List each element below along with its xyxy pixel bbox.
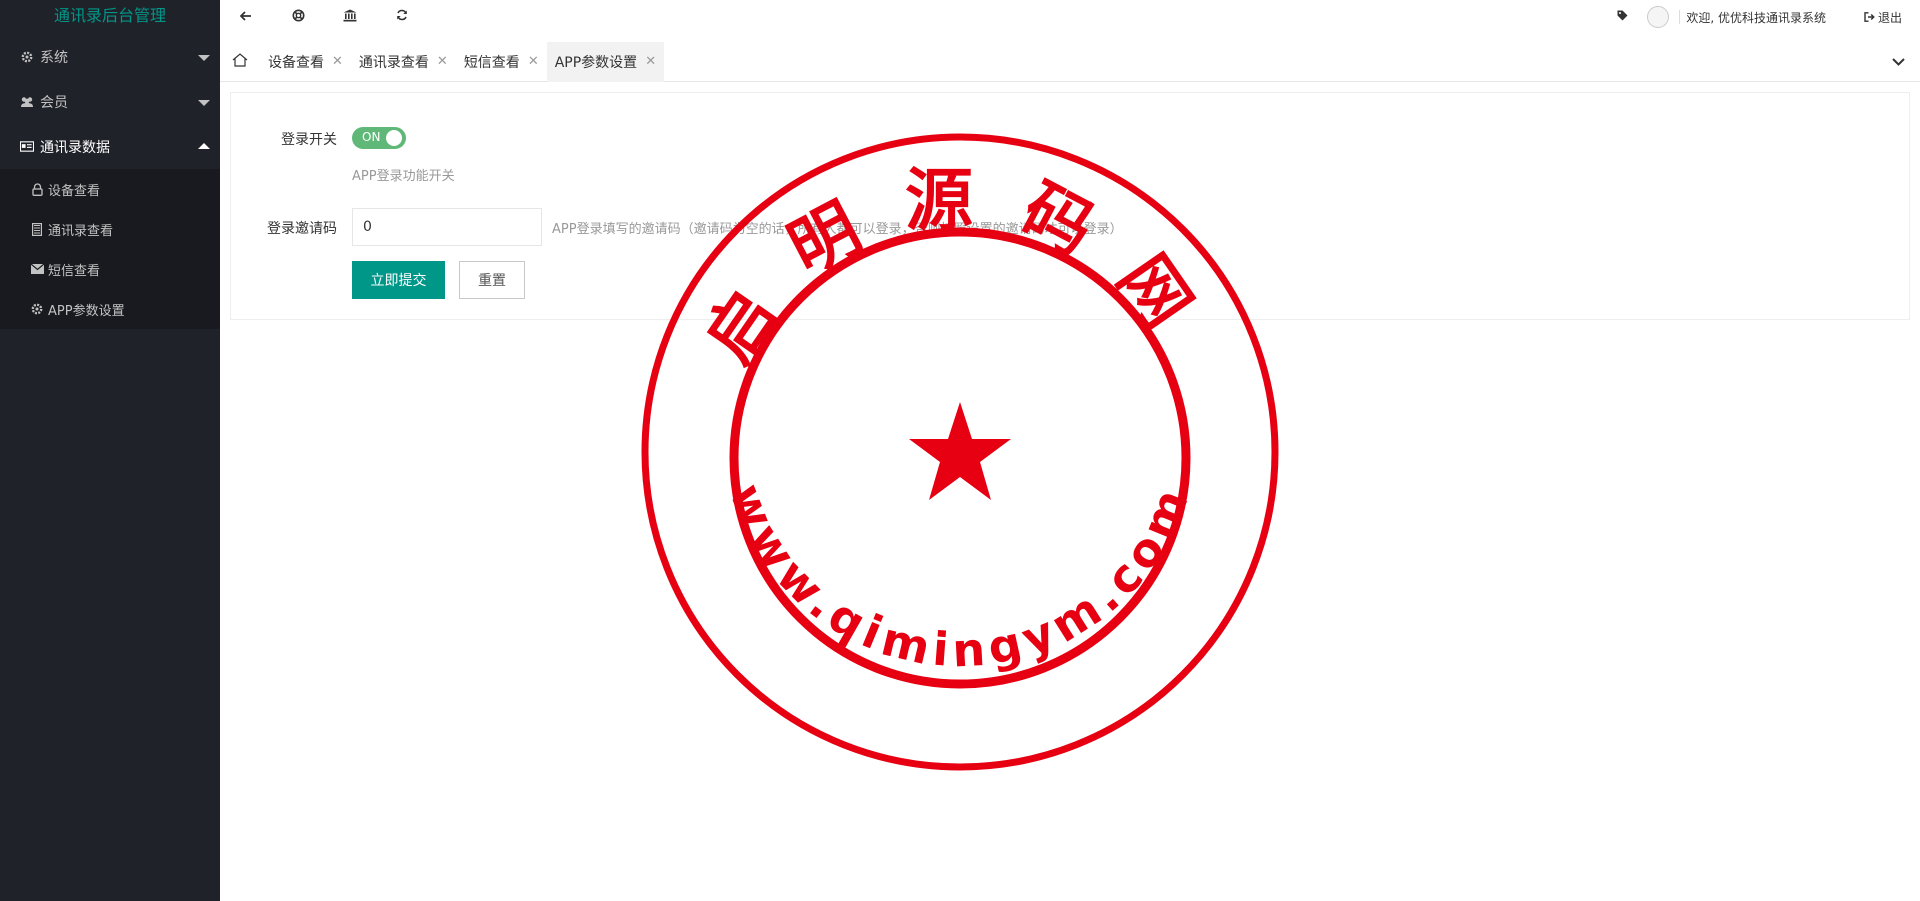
invite-code-help: APP登录填写的邀请码（邀请码为空的话，所有人都可以登录，否则按照设置的邀请码才… [552, 222, 1123, 237]
tab-label: APP参数设置 [554, 54, 638, 71]
tags-button[interactable] [1597, 10, 1647, 24]
reset-button[interactable]: 重置 [459, 261, 525, 299]
chevron-down-icon [1891, 54, 1905, 70]
sub-item-app-settings[interactable]: APP参数设置 [0, 289, 220, 329]
invite-code-input[interactable] [352, 208, 542, 246]
nav-item-system[interactable]: 系统 [0, 34, 220, 79]
tag-icon [1617, 10, 1628, 24]
refresh-button[interactable] [376, 0, 428, 34]
lock-icon [30, 182, 44, 196]
close-icon[interactable]: ✕ [528, 55, 539, 68]
tab-home[interactable] [220, 42, 260, 82]
tabs-dropdown-button[interactable] [1886, 42, 1910, 82]
login-switch-label: 登录开关 [281, 132, 337, 148]
home-site-button[interactable] [324, 0, 376, 34]
caret-down-icon [198, 54, 210, 61]
tab-label: 短信查看 [463, 54, 520, 71]
id-card-icon [20, 140, 34, 154]
tab-contacts-view[interactable]: 通讯录查看 ✕ [351, 42, 456, 82]
divider [1679, 10, 1681, 24]
life-ring-icon [292, 9, 305, 26]
app-logo[interactable]: 通讯录后台管理 [0, 0, 220, 34]
tab-app-settings[interactable]: APP参数设置 ✕ [546, 41, 665, 82]
envelope-icon [30, 262, 44, 276]
nav-item-contacts-data[interactable]: 通讯录数据 [0, 124, 220, 169]
sub-item-device-view[interactable]: 设备查看 [0, 169, 220, 209]
logout-label: 退出 [1877, 10, 1902, 25]
sub-item-label: 设备查看 [48, 183, 101, 199]
arrow-left-icon [239, 9, 252, 25]
users-icon [20, 95, 34, 109]
sub-item-label: APP参数设置 [48, 303, 125, 319]
book-icon [30, 222, 44, 236]
nav-item-label: 通讯录数据 [40, 139, 110, 156]
home-icon [232, 52, 248, 71]
help-button[interactable] [272, 0, 324, 34]
tab-device-view[interactable]: 设备查看 ✕ [260, 42, 351, 82]
sub-item-label: 短信查看 [48, 263, 101, 279]
nav-item-label: 系统 [40, 49, 68, 66]
page-tabs: 设备查看 ✕ 通讯录查看 ✕ 短信查看 ✕ APP参数设置 ✕ [220, 41, 1920, 82]
caret-down-icon [198, 99, 210, 106]
sub-menu: 设备查看 通讯录查看 短信查看 APP参数设置 [0, 169, 220, 329]
close-icon[interactable]: ✕ [437, 55, 448, 68]
sub-item-contacts-view[interactable]: 通讯录查看 [0, 209, 220, 249]
login-switch[interactable]: ON [352, 127, 406, 149]
login-switch-help: APP登录功能开关 [352, 169, 455, 184]
nav-item-members[interactable]: 会员 [0, 79, 220, 124]
close-icon[interactable]: ✕ [645, 55, 656, 68]
sign-out-icon [1864, 12, 1875, 22]
switch-knob [386, 130, 402, 146]
tab-sms-view[interactable]: 短信查看 ✕ [456, 42, 547, 82]
top-header: 欢迎, 优优科技通讯录系统 退出 [220, 0, 1920, 34]
header-right: 欢迎, 优优科技通讯录系统 退出 [1597, 0, 1920, 34]
gear-icon [30, 302, 44, 316]
bank-icon [343, 9, 357, 26]
welcome-text: 欢迎, 优优科技通讯录系统 [1686, 10, 1826, 25]
nav-item-label: 会员 [40, 94, 68, 111]
refresh-icon [396, 9, 408, 25]
sidebar: 通讯录后台管理 系统 会员 通讯录数据 设备查看 通讯录查看 短信查看 APP参… [0, 0, 220, 901]
switch-state: ON [362, 130, 381, 144]
sub-item-label: 通讯录查看 [48, 223, 114, 239]
settings-form-card: 登录开关 ON APP登录功能开关 登录邀请码 APP登录填写的邀请码（邀请码为… [230, 92, 1910, 320]
sub-item-sms-view[interactable]: 短信查看 [0, 249, 220, 289]
avatar[interactable] [1647, 6, 1670, 28]
caret-up-icon [198, 142, 210, 149]
invite-code-label: 登录邀请码 [267, 221, 337, 237]
tab-label: 设备查看 [268, 54, 324, 71]
submit-button[interactable]: 立即提交 [352, 261, 445, 299]
tab-label: 通讯录查看 [358, 54, 429, 71]
gear-icon [20, 50, 34, 64]
logout-button[interactable]: 退出 [1864, 9, 1902, 26]
close-icon[interactable]: ✕ [332, 55, 343, 68]
back-button[interactable] [220, 0, 272, 34]
